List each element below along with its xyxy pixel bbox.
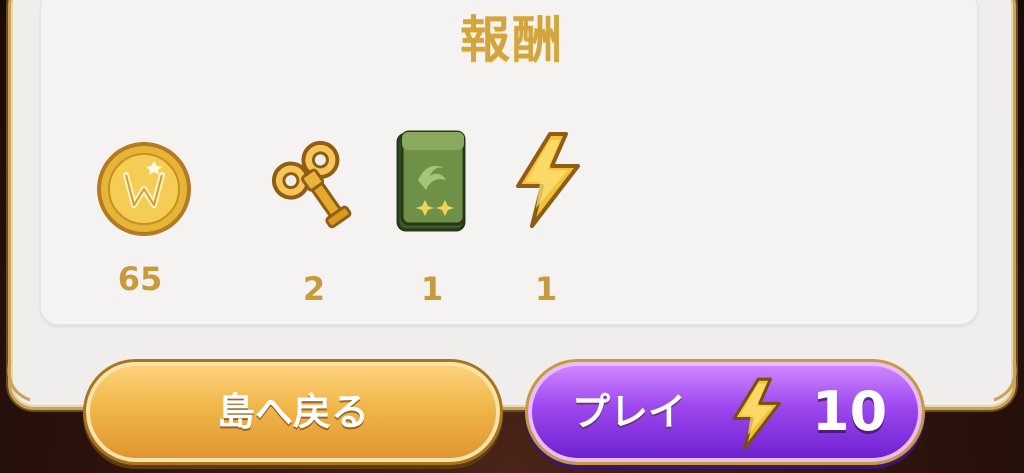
reward-count: 65 (117, 260, 163, 298)
back-to-island-button[interactable]: 島へ戻る (86, 362, 500, 462)
page-title: 報酬 (460, 11, 564, 69)
reward-count: 2 (302, 270, 326, 308)
wind-up-key-icon (264, 135, 368, 239)
play-button[interactable]: プレイ 10 (528, 362, 922, 462)
lightning-energy-icon (510, 130, 584, 234)
back-to-island-label: 島へ戻る (216, 390, 369, 434)
green-card-pack-icon (394, 128, 470, 238)
reward-count: 1 (420, 270, 444, 308)
play-cost: 10 (812, 380, 888, 443)
reward-item-coin: 65 (90, 135, 200, 305)
left-corner-ornament (0, 359, 40, 424)
reward-item-key: 2 (262, 135, 372, 308)
right-corner-ornament (984, 359, 1024, 424)
reward-item-card-pack: 1 (392, 128, 472, 308)
play-label: プレイ (572, 390, 687, 434)
lightning-energy-icon (728, 376, 784, 456)
gold-coin-icon (94, 139, 194, 243)
reward-count: 1 (534, 270, 558, 308)
reward-item-energy: 1 (506, 128, 586, 308)
